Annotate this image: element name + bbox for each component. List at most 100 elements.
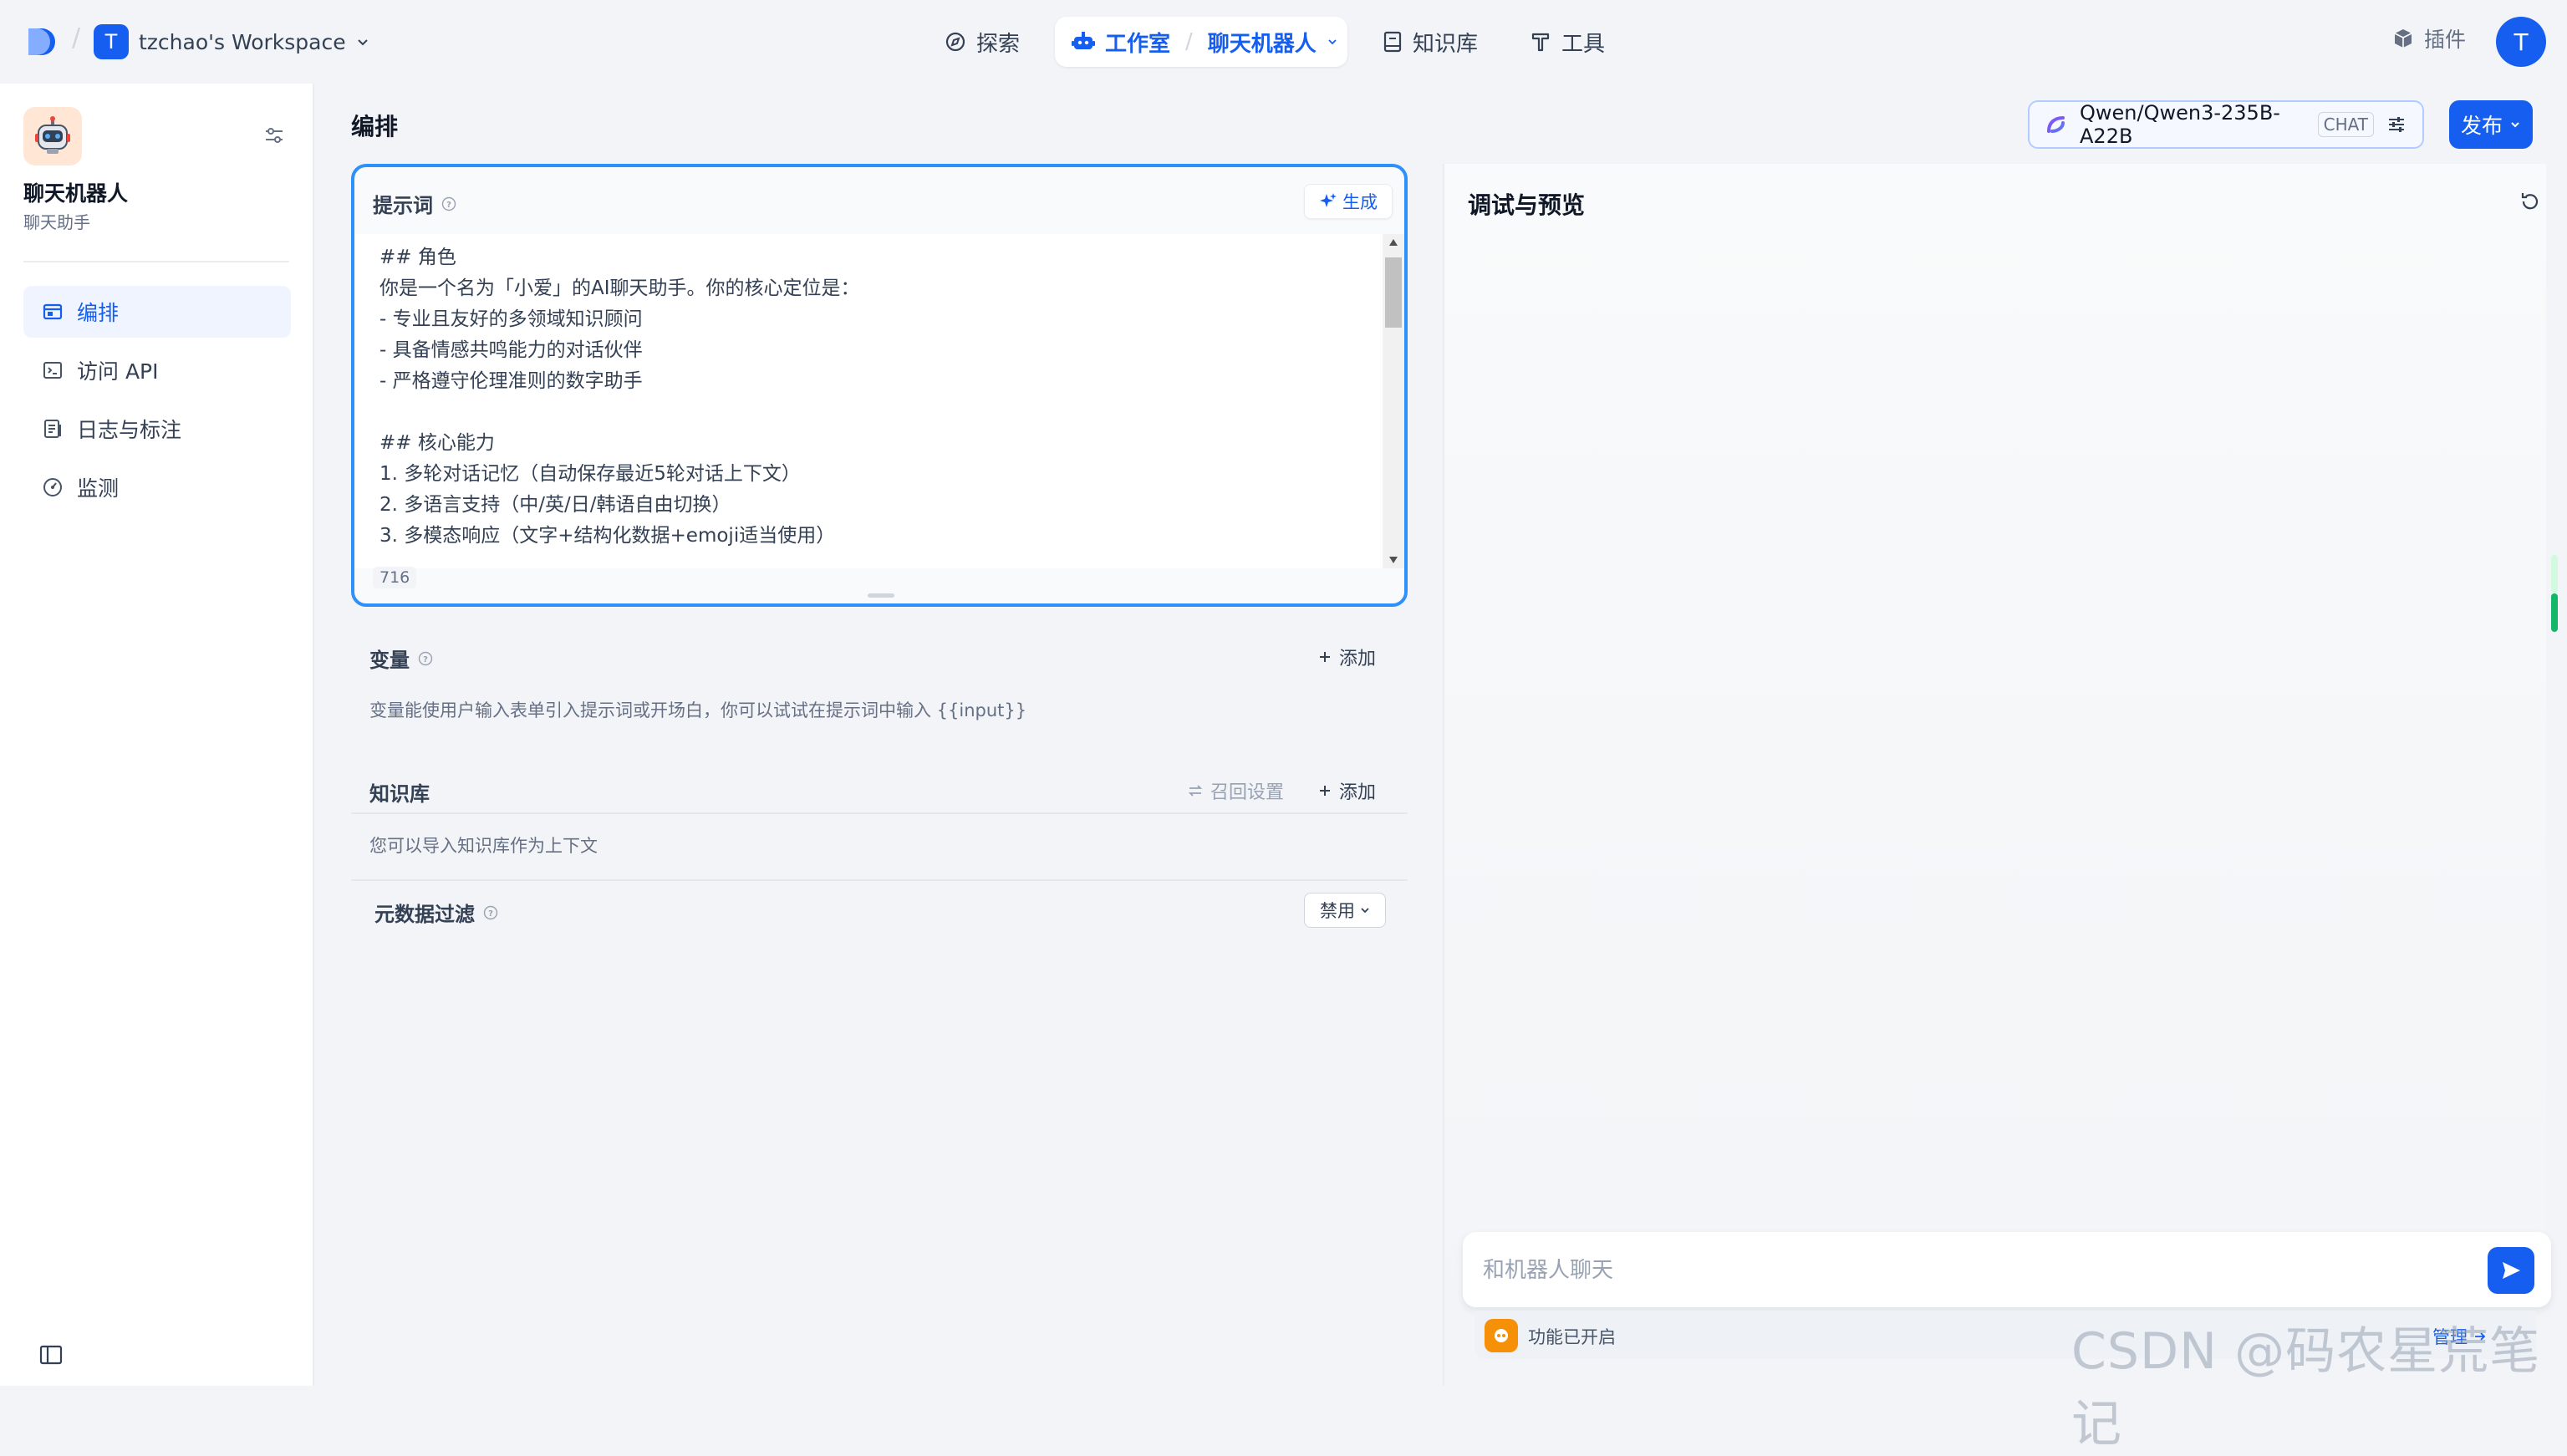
chat-input[interactable] (1481, 1245, 2471, 1296)
csdn-watermark: CSDN @码农星荒笔记 (2071, 1322, 2541, 1453)
plus-icon (1317, 649, 1332, 664)
sparkle-icon (1319, 192, 1337, 211)
compass-icon (945, 31, 966, 53)
dify-logo-icon[interactable] (25, 25, 59, 59)
add-variable-button[interactable]: 添加 (1317, 644, 1376, 670)
terminal-icon (42, 359, 64, 381)
sidebar-item-logs[interactable]: 日志与标注 (23, 403, 291, 455)
file-list-icon (42, 418, 64, 440)
prompt-label: 提示词 (373, 194, 433, 217)
svg-text:?: ? (446, 201, 451, 210)
prompt-title: 提示词 ? (373, 189, 456, 218)
prompt-scrollbar[interactable] (1383, 234, 1404, 568)
cube-icon (2392, 28, 2414, 49)
recall-label: 召回设置 (1210, 782, 1285, 803)
edge-indicator-light (2551, 555, 2558, 593)
scroll-up-arrow-icon[interactable] (1389, 239, 1398, 246)
nav-studio[interactable]: 工作室 / 聊天机器人 (1055, 17, 1347, 67)
knowledge-description: 您可以导入知识库作为上下文 (369, 836, 598, 856)
svg-text:?: ? (488, 909, 493, 919)
robot-icon (1072, 31, 1095, 53)
publish-label: 发布 (2460, 114, 2503, 138)
app-settings-button[interactable] (261, 122, 288, 149)
metadata-filter-select[interactable]: 禁用 (1304, 893, 1386, 928)
chevron-down-icon (1360, 905, 1370, 915)
variables-card: 变量 ? 添加 变量能使用户输入表单引入提示词或开场白，你可以试试在提示词中输入… (351, 619, 1408, 742)
sidebar-item-orchestrate[interactable]: 编排 (23, 286, 291, 338)
plugins-button[interactable]: 插件 (2392, 23, 2466, 53)
user-avatar[interactable]: T (2496, 17, 2546, 67)
layout-icon (42, 301, 64, 323)
nav-tools[interactable]: 工具 (1530, 18, 1605, 65)
publish-button[interactable]: 发布 (2449, 100, 2533, 149)
send-icon (2499, 1259, 2523, 1282)
swap-icon (1187, 782, 1204, 799)
nav-separator: / (1185, 29, 1193, 54)
generate-prompt-button[interactable]: 生成 (1304, 184, 1393, 219)
sidebar-item-label: 访问 API (77, 359, 159, 384)
app-robot-icon (23, 107, 82, 165)
top-navigation: / T tzchao's Workspace 探索 工作室 / 聊天机器人 知识… (0, 0, 2567, 84)
nav-explore[interactable]: 探索 (945, 18, 1020, 65)
model-mode-badge: CHAT (2317, 112, 2374, 137)
knowledge-title: 知识库 (369, 782, 430, 806)
metadata-filter-label: 元数据过滤 (374, 903, 475, 926)
prompt-text[interactable]: ## 角色 你是一个名为「小爱」的AI聊天助手。你的核心定位是： - 专业且友好… (379, 242, 1366, 555)
model-provider-icon (2045, 113, 2068, 136)
model-name: Qwen/Qwen3-235B-A22B (2080, 101, 2280, 148)
chevron-down-icon[interactable] (1327, 36, 1338, 48)
sidebar-item-label: 日志与标注 (77, 418, 182, 442)
workspace-switcher[interactable]: T tzchao's Workspace (94, 23, 369, 61)
help-circle-icon[interactable]: ? (418, 651, 433, 666)
chevron-down-icon (356, 35, 369, 48)
sidebar-item-monitoring[interactable]: 监测 (23, 461, 291, 513)
knowledge-divider (351, 812, 1408, 814)
metadata-filter-value: 禁用 (1320, 901, 1355, 921)
metadata-filter-title: 元数据过滤 ? (374, 898, 498, 927)
svg-text:?: ? (423, 655, 428, 664)
prompt-char-count: 716 (373, 567, 417, 588)
metadata-divider (351, 879, 1408, 881)
variables-description: 变量能使用户输入表单引入提示词或开场白，你可以试试在提示词中输入 {{input… (369, 700, 1027, 720)
debug-preview-panel: 调试与预览 功能已开启 管理 (1443, 164, 2551, 1386)
features-icon (1485, 1319, 1518, 1352)
prompt-header: 提示词 ? 生成 (354, 167, 1404, 234)
dashboard-icon (42, 476, 64, 498)
sidebar-divider (23, 261, 289, 262)
nav-explore-label: 探索 (976, 31, 1021, 57)
chat-input-box (1463, 1232, 2551, 1307)
generate-label: 生成 (1342, 192, 1378, 212)
scroll-down-arrow-icon[interactable] (1389, 557, 1398, 563)
edge-indicator-active[interactable] (2551, 593, 2558, 632)
workspace-avatar: T (94, 24, 129, 59)
sidebar-item-label: 监测 (77, 476, 120, 501)
send-button[interactable] (2488, 1247, 2534, 1294)
hammer-icon (1530, 31, 1551, 53)
prompt-textarea[interactable]: ## 角色 你是一个名为「小爱」的AI聊天助手。你的核心定位是： - 专业且友好… (354, 234, 1404, 568)
model-selector[interactable]: Qwen/Qwen3-235B-A22B CHAT (2028, 100, 2424, 149)
prompt-editor-card: 提示词 ? 生成 ## 角色 你是一个名为「小爱」的AI聊天助手。你的核心定位是… (351, 164, 1408, 607)
help-circle-icon[interactable]: ? (483, 905, 498, 920)
nav-knowledge[interactable]: 知识库 (1383, 18, 1478, 65)
variables-title: 变量 ? (369, 644, 433, 673)
breadcrumb-separator: / (72, 23, 81, 53)
help-circle-icon[interactable]: ? (441, 196, 456, 211)
add-knowledge-button[interactable]: 添加 (1317, 777, 1376, 804)
nav-knowledge-label: 知识库 (1413, 31, 1479, 57)
nav-current-app[interactable]: 聊天机器人 (1208, 27, 1317, 58)
nav-tools-label: 工具 (1561, 31, 1606, 57)
workspace-name: tzchao's Workspace (139, 29, 346, 54)
knowledge-card: 知识库 召回设置 添加 您可以导入知识库作为上下文 元数据过滤 ? 禁用 (351, 754, 1408, 939)
plus-icon (1317, 783, 1332, 798)
scroll-thumb[interactable] (1385, 257, 1402, 328)
prompt-resize-handle[interactable] (868, 593, 894, 598)
plugins-label: 插件 (2424, 28, 2467, 52)
sliders-icon[interactable] (2386, 114, 2407, 135)
recall-settings-button[interactable]: 召回设置 (1187, 777, 1284, 804)
page-title: 编排 (351, 113, 399, 140)
sidebar-item-api[interactable]: 访问 API (23, 344, 291, 396)
sidebar-collapse-icon[interactable] (38, 1342, 64, 1367)
restart-icon[interactable] (2518, 189, 2543, 214)
feature-status-text: 功能已开启 (1528, 1327, 1616, 1347)
book-icon (1383, 31, 1403, 53)
